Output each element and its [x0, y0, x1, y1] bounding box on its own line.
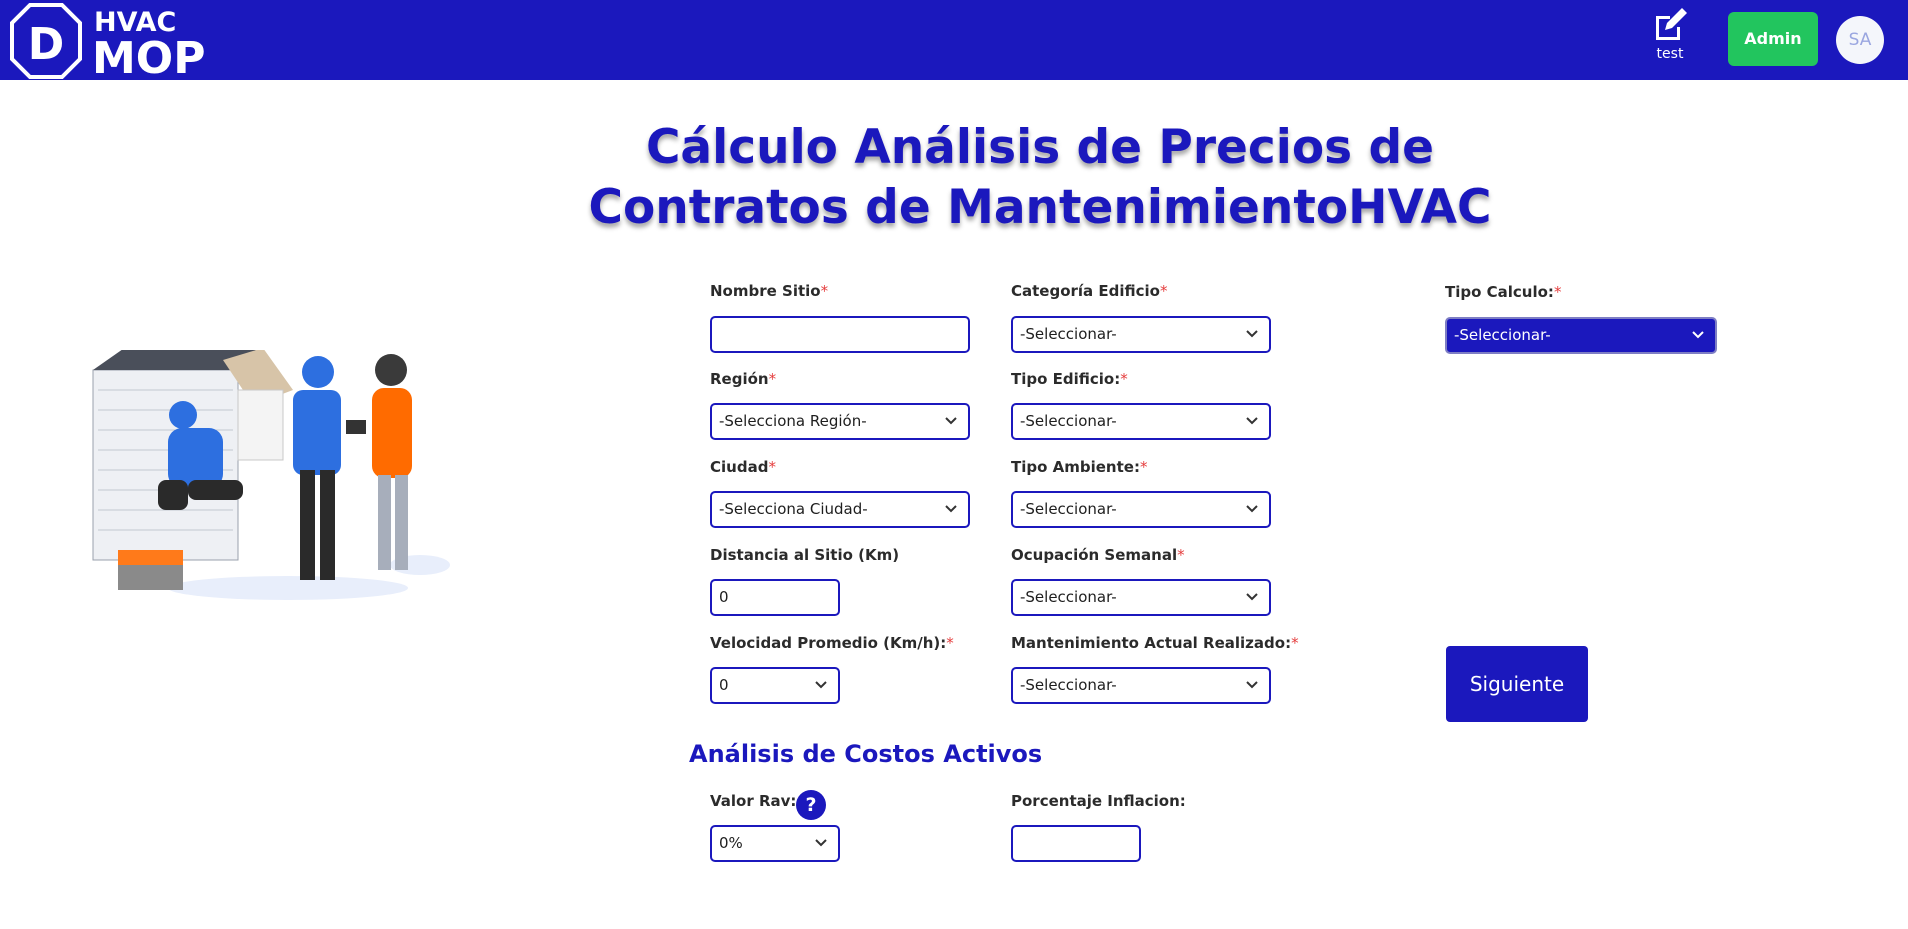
- chevron-down-icon: [945, 505, 957, 513]
- chevron-down-icon: [1246, 593, 1258, 601]
- tipo-ambiente-select[interactable]: -Seleccionar-: [1011, 491, 1271, 528]
- velocidad-label: Velocidad Promedio (Km/h):*: [710, 634, 954, 652]
- region-label: Región*: [710, 370, 777, 388]
- velocidad-select[interactable]: 0: [710, 667, 840, 704]
- ocupacion-label: Ocupación Semanal*: [1011, 546, 1185, 564]
- edit-label: test: [1656, 46, 1684, 62]
- avatar[interactable]: SA: [1836, 16, 1884, 64]
- nombre-sitio-input[interactable]: [710, 316, 970, 353]
- distancia-label: Distancia al Sitio (Km): [710, 546, 900, 564]
- chevron-down-icon: [945, 417, 957, 425]
- admin-button[interactable]: Admin: [1728, 12, 1818, 66]
- edit-icon: [1656, 8, 1687, 40]
- region-select[interactable]: -Selecciona Región-: [710, 403, 970, 440]
- edit-button[interactable]: test: [1640, 6, 1700, 68]
- ocupacion-select[interactable]: -Seleccionar-: [1011, 579, 1271, 616]
- chevron-down-icon: [815, 839, 827, 847]
- top-navbar: D HVAC MOP test Admin SA: [0, 0, 1908, 80]
- categoria-edificio-select[interactable]: -Seleccionar-: [1011, 316, 1271, 353]
- chevron-down-icon: [1692, 331, 1704, 339]
- tipo-ambiente-label: Tipo Ambiente:*: [1011, 458, 1148, 476]
- chevron-down-icon: [1246, 330, 1258, 338]
- chevron-down-icon: [1246, 505, 1258, 513]
- ciudad-label: Ciudad*: [710, 458, 776, 476]
- costos-section-title: Análisis de Costos Activos: [689, 740, 1043, 768]
- page-title-line-2: Contratos de MantenimientoHVAC: [588, 180, 1492, 235]
- tipo-calculo-label: Tipo Calculo:*: [1445, 283, 1562, 301]
- distancia-input[interactable]: 0: [710, 579, 840, 616]
- mantenimiento-label: Mantenimiento Actual Realizado:*: [1011, 634, 1299, 652]
- siguiente-button[interactable]: Siguiente: [1446, 646, 1588, 722]
- hvac-mop-logo[interactable]: D HVAC MOP: [8, 3, 208, 79]
- tipo-calculo-select[interactable]: -Seleccionar-: [1445, 317, 1717, 354]
- categoria-edificio-label: Categoría Edificio*: [1011, 282, 1168, 300]
- mantenimiento-select[interactable]: -Seleccionar-: [1011, 667, 1271, 704]
- help-icon[interactable]: ?: [796, 790, 826, 820]
- ciudad-select[interactable]: -Selecciona Ciudad-: [710, 491, 970, 528]
- svg-text:MOP: MOP: [92, 33, 205, 79]
- tipo-edificio-select[interactable]: -Seleccionar-: [1011, 403, 1271, 440]
- chevron-down-icon: [1246, 417, 1258, 425]
- svg-text:D: D: [28, 19, 65, 70]
- chevron-down-icon: [1246, 681, 1258, 689]
- page-title-line-1: Cálculo Análisis de Precios de: [645, 120, 1435, 175]
- chevron-down-icon: [815, 681, 827, 689]
- inflacion-input[interactable]: [1011, 825, 1141, 862]
- page-title: Cálculo Análisis de Precios de Contratos…: [560, 118, 1520, 238]
- valor-rav-label: Valor Rav:: [710, 792, 797, 810]
- tipo-edificio-label: Tipo Edificio:*: [1011, 370, 1128, 388]
- valor-rav-select[interactable]: 0%: [710, 825, 840, 862]
- nombre-sitio-label: Nombre Sitio*: [710, 282, 829, 300]
- inflacion-label: Porcentaje Inflacion:: [1011, 792, 1186, 810]
- technicians-illustration: [92, 350, 450, 600]
